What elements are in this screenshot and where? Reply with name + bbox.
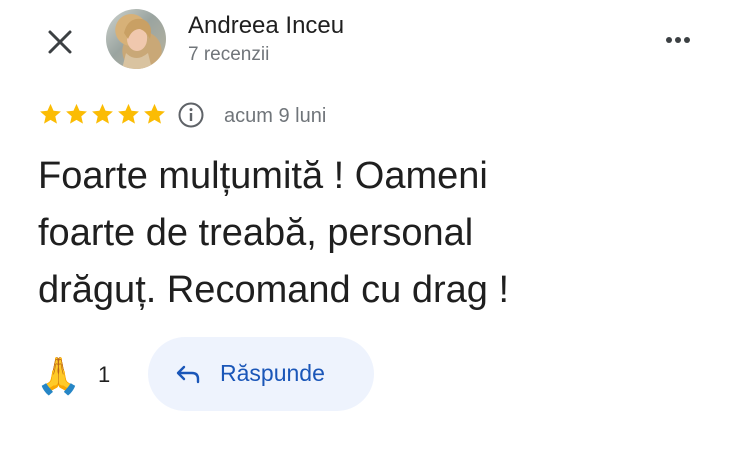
star-icon — [92, 103, 113, 124]
info-icon[interactable] — [177, 101, 205, 129]
review-line: drăguț. Recomand cu drag ! — [38, 269, 510, 311]
reply-arrow-icon — [176, 365, 200, 384]
author-review-count[interactable]: 7 recenzii — [188, 44, 269, 66]
review-text: Foarte mulțumită ! Oameni foarte de trea… — [38, 148, 678, 319]
user-avatar[interactable] — [106, 9, 166, 69]
reaction-emoji[interactable]: 🙏 — [36, 356, 81, 396]
reply-button[interactable]: Răspunde — [148, 337, 374, 411]
close-icon[interactable] — [44, 26, 76, 58]
star-icon — [118, 103, 139, 124]
author-name[interactable]: Andreea Inceu — [188, 12, 344, 40]
review-time: acum 9 luni — [224, 105, 327, 127]
reaction-count: 1 — [98, 362, 111, 387]
star-icon — [144, 103, 165, 124]
review-line: foarte de treabă, personal — [38, 212, 474, 254]
star-icon — [40, 103, 61, 124]
more-options-icon[interactable] — [662, 28, 694, 52]
reply-label: Răspunde — [220, 360, 325, 386]
review-line: Foarte mulțumită ! Oameni — [38, 155, 488, 197]
star-icon — [66, 103, 87, 124]
star-rating — [38, 102, 167, 127]
